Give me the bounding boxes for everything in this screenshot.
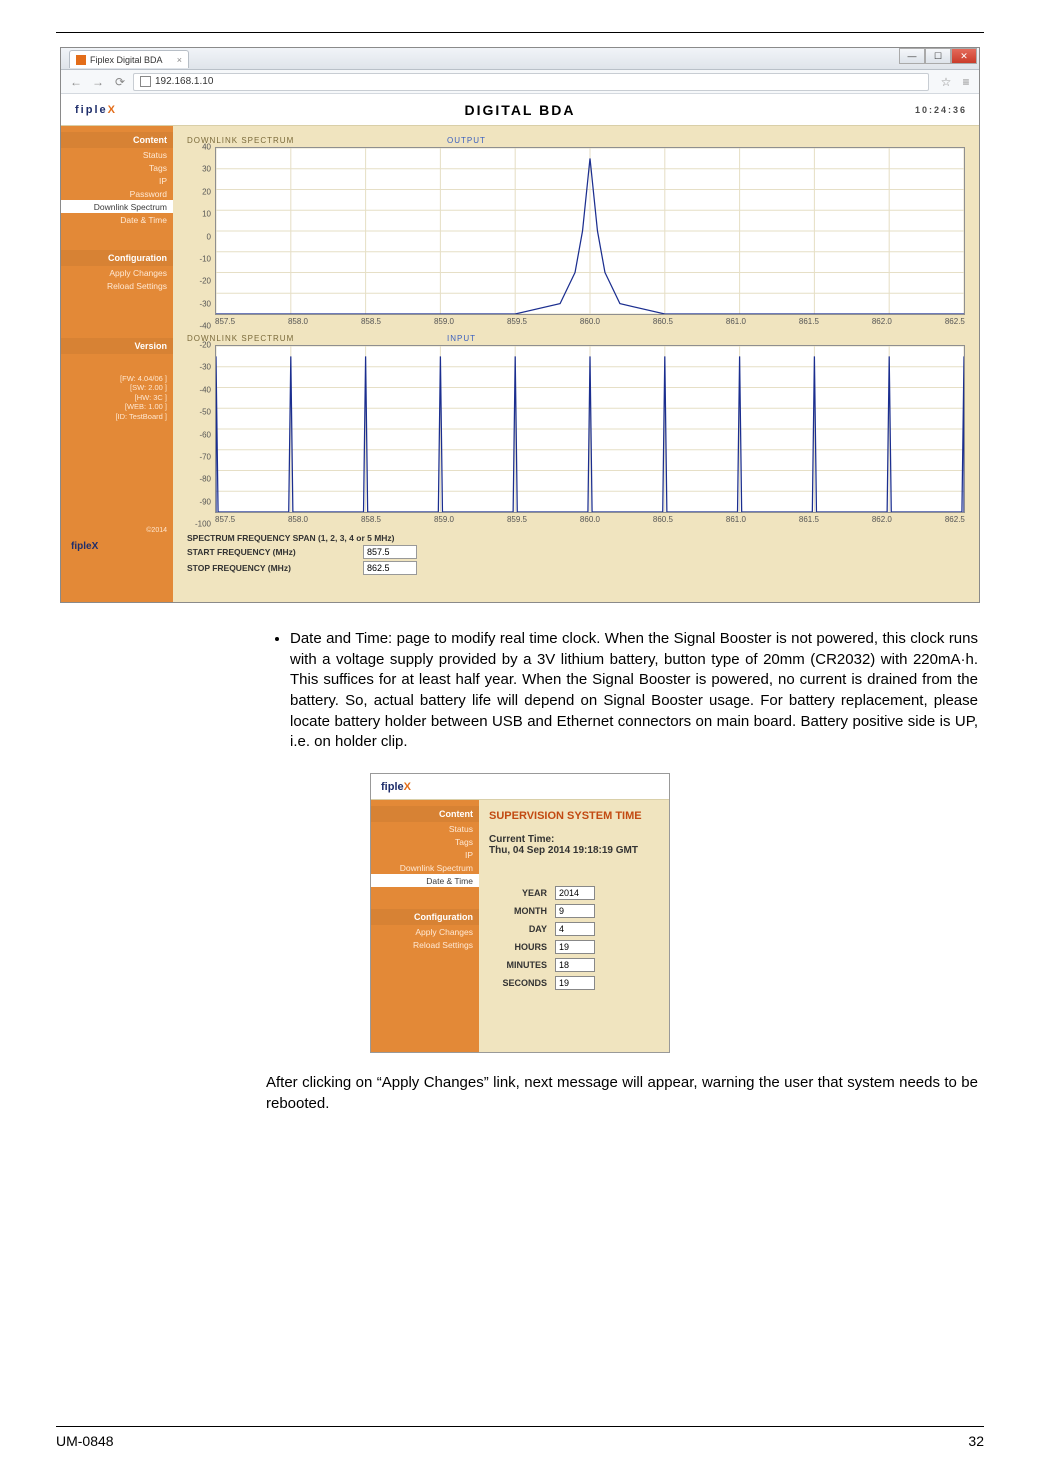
app-title: DIGITAL BDA xyxy=(465,102,576,118)
sidebar-item-apply[interactable]: Apply Changes xyxy=(61,266,173,279)
time-field-label: SECONDS xyxy=(489,978,547,988)
sidebar-head-content: Content xyxy=(371,806,479,822)
sidebar-item-reload[interactable]: Reload Settings xyxy=(371,938,479,951)
chart-label-output: OUTPUT xyxy=(447,136,486,145)
current-time-value: Thu, 04 Sep 2014 19:18:19 GMT xyxy=(489,845,659,856)
favicon-icon xyxy=(76,55,86,65)
header-clock: 10:24:36 xyxy=(915,105,967,115)
sidebar-item-tags[interactable]: Tags xyxy=(371,835,479,848)
tab-title: Fiplex Digital BDA xyxy=(90,55,163,65)
sidebar-item-date-time[interactable]: Date & Time xyxy=(61,213,173,226)
current-time-label: Current Time: xyxy=(489,834,659,845)
browser-toolbar: ← → ⟳ 192.168.1.10 ☆ ≡ xyxy=(61,70,979,94)
time-field-label: MINUTES xyxy=(489,960,547,970)
spectrum-frequency-form: SPECTRUM FREQUENCY SPAN (1, 2, 3, 4 or 5… xyxy=(187,532,965,576)
minimize-button[interactable]: — xyxy=(899,48,925,64)
chart-output-plot xyxy=(216,148,964,314)
sidebar-item-downlink-spectrum[interactable]: Downlink Spectrum xyxy=(61,200,173,213)
stop-freq-input[interactable] xyxy=(363,561,417,575)
footer-page-num: 32 xyxy=(968,1433,984,1449)
time-field-input-seconds[interactable] xyxy=(555,976,595,990)
app-header: fipleX DIGITAL BDA 10:24:36 xyxy=(61,94,979,126)
fiplex-logo: fipleX xyxy=(371,774,669,800)
sidebar-head-version: Version xyxy=(61,338,173,354)
footer-doc-id: UM-0848 xyxy=(56,1433,114,1449)
datetime-screenshot: fipleX Content Status Tags IP Downlink S… xyxy=(370,773,670,1053)
chart-output-yaxis: 403020100-10-20-30-40 xyxy=(187,147,213,326)
browser-titlebar: Fiplex Digital BDA × — ☐ ✕ xyxy=(61,48,979,70)
bookmark-icon[interactable]: ☆ xyxy=(939,75,953,89)
time-field-input-hours[interactable] xyxy=(555,940,595,954)
time-field-label: HOURS xyxy=(489,942,547,952)
chart-output-xaxis: 857.5858.0858.5859.0859.5860.0860.5861.0… xyxy=(215,315,965,326)
sidebar-head-config: Configuration xyxy=(61,250,173,266)
chart-label-input-left: DOWNLINK SPECTRUM xyxy=(187,334,447,343)
sidebar: Content Status Tags IP Password Downlink… xyxy=(61,126,173,602)
chart-label-output-left: DOWNLINK SPECTRUM xyxy=(187,136,447,145)
sidebar-item-ip[interactable]: IP xyxy=(61,174,173,187)
chart-input-plot xyxy=(216,346,964,512)
time-field-label: YEAR xyxy=(489,888,547,898)
freq-span-label: SPECTRUM FREQUENCY SPAN (1, 2, 3, 4 or 5… xyxy=(187,533,395,543)
supervision-title: SUPERVISION SYSTEM TIME xyxy=(489,810,659,822)
back-icon[interactable]: ← xyxy=(67,73,85,91)
menu-icon[interactable]: ≡ xyxy=(959,75,973,89)
sidebar-item-reload[interactable]: Reload Settings xyxy=(61,279,173,292)
sidebar-item-status[interactable]: Status xyxy=(61,148,173,161)
time-field-input-year[interactable] xyxy=(555,886,595,900)
sidebar-item-password[interactable]: Password xyxy=(61,187,173,200)
browser-tab[interactable]: Fiplex Digital BDA × xyxy=(69,50,189,68)
spectrum-browser-screenshot: Fiplex Digital BDA × — ☐ ✕ ← → ⟳ 192.168… xyxy=(60,47,980,603)
close-icon[interactable]: × xyxy=(177,55,182,65)
sidebar-head-content: Content xyxy=(61,132,173,148)
after-paragraph: After clicking on “Apply Changes” link, … xyxy=(266,1073,978,1114)
sidebar-version-text: [FW: 4.04/06 ] [SW: 2.00 ] [HW: 3C ] [WE… xyxy=(61,374,173,421)
reload-icon[interactable]: ⟳ xyxy=(111,73,129,91)
sidebar-item-ip[interactable]: IP xyxy=(371,848,479,861)
address-bar[interactable]: 192.168.1.10 xyxy=(133,73,929,91)
sidebar-head-config: Configuration xyxy=(371,909,479,925)
sidebar-item-dlspec[interactable]: Downlink Spectrum xyxy=(371,861,479,874)
spectrum-content: DOWNLINK SPECTRUM OUTPUT 403020100-10-20… xyxy=(173,126,979,602)
sidebar-item-tags[interactable]: Tags xyxy=(61,161,173,174)
sidebar-copyright: ©2014 xyxy=(146,527,167,534)
maximize-button[interactable]: ☐ xyxy=(925,48,951,64)
time-field-label: DAY xyxy=(489,924,547,934)
time-field-input-day[interactable] xyxy=(555,922,595,936)
body-paragraph: Date and Time: page to modify real time … xyxy=(266,629,978,753)
sidebar-item-date-time[interactable]: Date & Time xyxy=(371,874,479,887)
stop-freq-label: STOP FREQUENCY (MHz) xyxy=(187,563,357,573)
start-freq-label: START FREQUENCY (MHz) xyxy=(187,547,357,557)
time-field-label: MONTH xyxy=(489,906,547,916)
close-button[interactable]: ✕ xyxy=(951,48,977,64)
page-footer: UM-0848 32 xyxy=(56,1426,984,1449)
sidebar-item-status[interactable]: Status xyxy=(371,822,479,835)
start-freq-input[interactable] xyxy=(363,545,417,559)
time-field-input-minutes[interactable] xyxy=(555,958,595,972)
sidebar-item-apply[interactable]: Apply Changes xyxy=(371,925,479,938)
fiplex-logo: fipleX xyxy=(75,104,117,116)
chart-label-input: INPUT xyxy=(447,334,476,343)
bullet-date-time: Date and Time: page to modify real time … xyxy=(290,629,978,753)
page-icon xyxy=(140,76,151,87)
time-field-input-month[interactable] xyxy=(555,904,595,918)
chart-input-xaxis: 857.5858.0858.5859.0859.5860.0860.5861.0… xyxy=(215,513,965,524)
sidebar-logo: fipleX xyxy=(71,541,98,552)
forward-icon[interactable]: → xyxy=(89,73,107,91)
chart-input-yaxis: -20-30-40-50-60-70-80-90-100 xyxy=(187,345,213,524)
url-text: 192.168.1.10 xyxy=(155,76,213,87)
